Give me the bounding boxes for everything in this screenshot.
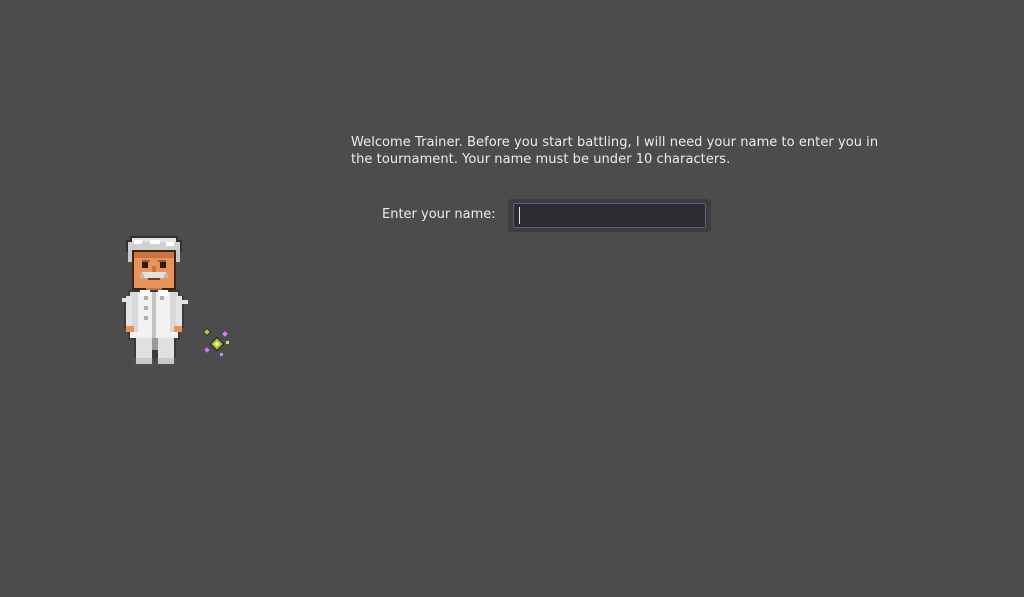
name-input[interactable] xyxy=(513,203,706,228)
game-scene: Welcome Trainer. Before you start battli… xyxy=(0,0,1024,597)
sparkle-icon xyxy=(202,327,230,356)
name-entry-label: Enter your name: xyxy=(382,207,496,222)
name-input-frame xyxy=(508,199,711,232)
welcome-dialog-text: Welcome Trainer. Before you start battli… xyxy=(351,135,879,167)
professor-sprite-icon xyxy=(122,236,188,366)
